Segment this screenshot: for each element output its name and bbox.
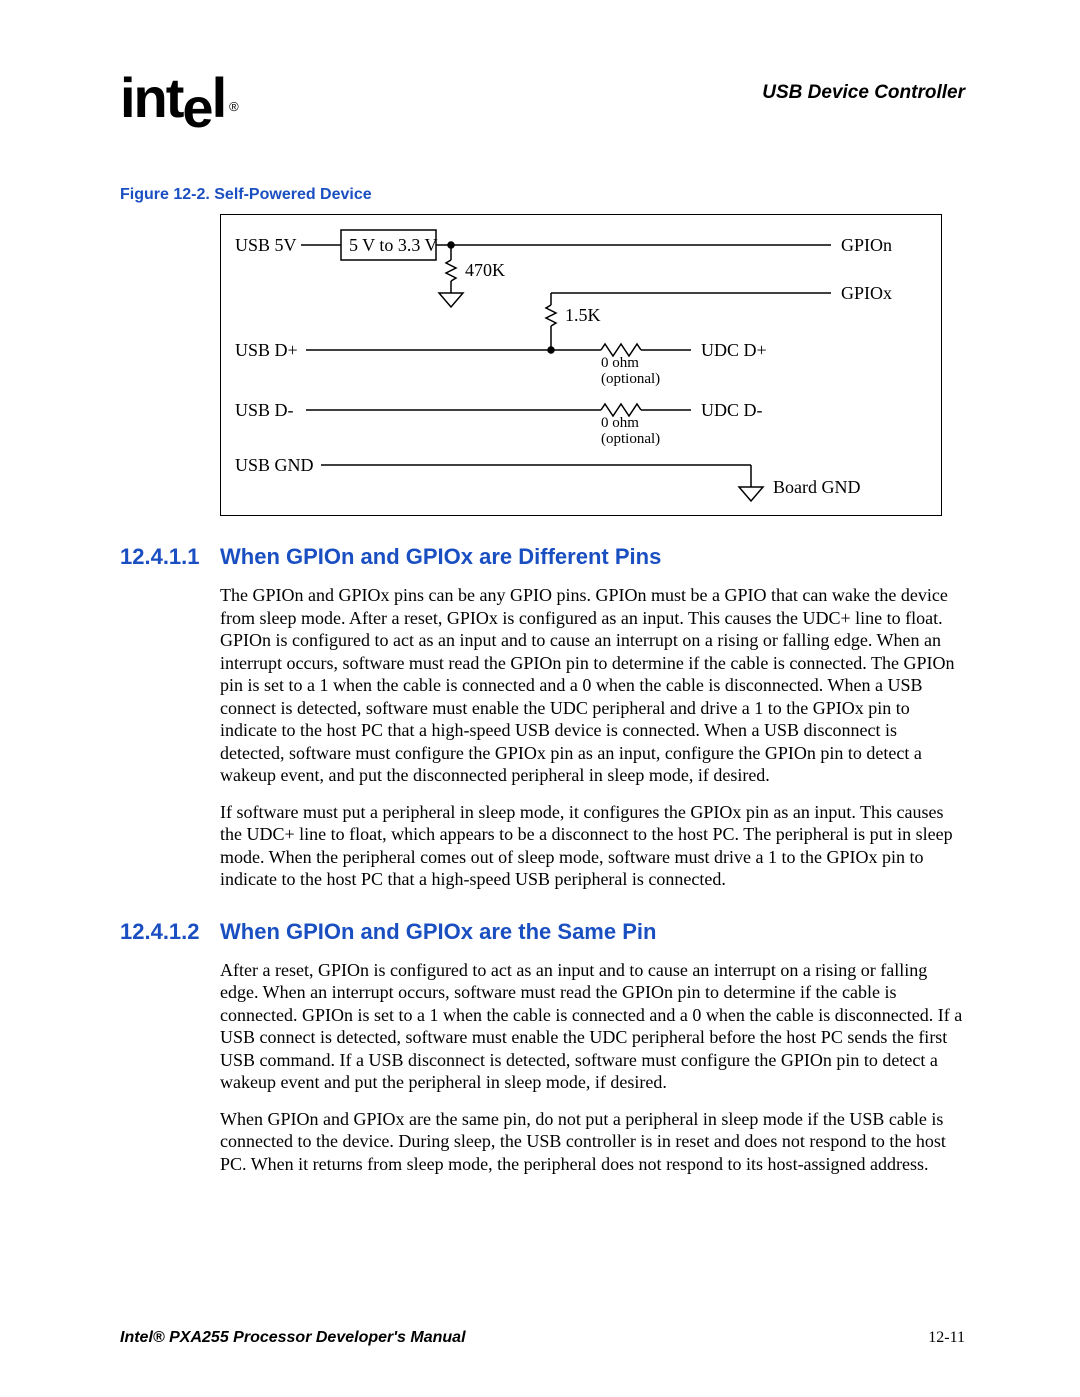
label-0ohm-2: 0 ohm xyxy=(601,415,639,432)
section-number: 12.4.1.2 xyxy=(120,919,220,945)
footer-page-number: 12-11 xyxy=(928,1329,965,1347)
label-usb-dm: USB D- xyxy=(235,400,294,421)
page: intel® USB Device Controller Figure 12-2… xyxy=(0,0,1080,1397)
label-gpiox: GPIOx xyxy=(841,283,892,304)
label-gpion: GPIOn xyxy=(841,235,892,256)
paragraph: When GPIOn and GPIOx are the same pin, d… xyxy=(220,1108,965,1176)
label-optional-1: (optional) xyxy=(601,371,660,388)
subsection-heading: 12.4.1.2 When GPIOn and GPIOx are the Sa… xyxy=(120,919,965,945)
figure-caption: Figure 12-2. Self-Powered Device xyxy=(120,186,965,204)
label-udc-dm: UDC D- xyxy=(701,400,763,421)
footer-manual-title: Intel® PXA255 Processor Developer's Manu… xyxy=(120,1329,466,1347)
page-footer: Intel® PXA255 Processor Developer's Manu… xyxy=(120,1329,965,1347)
paragraph: After a reset, GPIOn is configured to ac… xyxy=(220,959,965,1094)
section-title: When GPIOn and GPIOx are the Same Pin xyxy=(220,919,656,945)
subsection-heading: 12.4.1.1 When GPIOn and GPIOx are Differ… xyxy=(120,544,965,570)
label-board-gnd: Board GND xyxy=(773,477,861,498)
label-usb-5v: USB 5V xyxy=(235,235,297,256)
label-470k: 470K xyxy=(465,260,505,281)
label-optional-2: (optional) xyxy=(601,431,660,448)
intel-logo: intel® xyxy=(120,70,237,126)
registered-mark: ® xyxy=(229,99,237,114)
chapter-title: USB Device Controller xyxy=(762,82,965,104)
page-header: intel® USB Device Controller xyxy=(120,70,965,126)
section-title: When GPIOn and GPIOx are Different Pins xyxy=(220,544,661,570)
paragraph: The GPIOn and GPIOx pins can be any GPIO… xyxy=(220,584,965,787)
label-regulator: 5 V to 3.3 V xyxy=(349,235,438,256)
paragraph: If software must put a peripheral in sle… xyxy=(220,801,965,891)
label-udc-dp: UDC D+ xyxy=(701,340,767,361)
label-usb-gnd: USB GND xyxy=(235,455,314,476)
section-number: 12.4.1.1 xyxy=(120,544,220,570)
label-0ohm-1: 0 ohm xyxy=(601,355,639,372)
label-1-5k: 1.5K xyxy=(565,305,601,326)
schematic-diagram xyxy=(221,215,941,515)
figure-self-powered-device: USB 5V 5 V to 3.3 V 470K 1.5K USB D+ USB… xyxy=(220,214,942,516)
label-usb-dp: USB D+ xyxy=(235,340,298,361)
